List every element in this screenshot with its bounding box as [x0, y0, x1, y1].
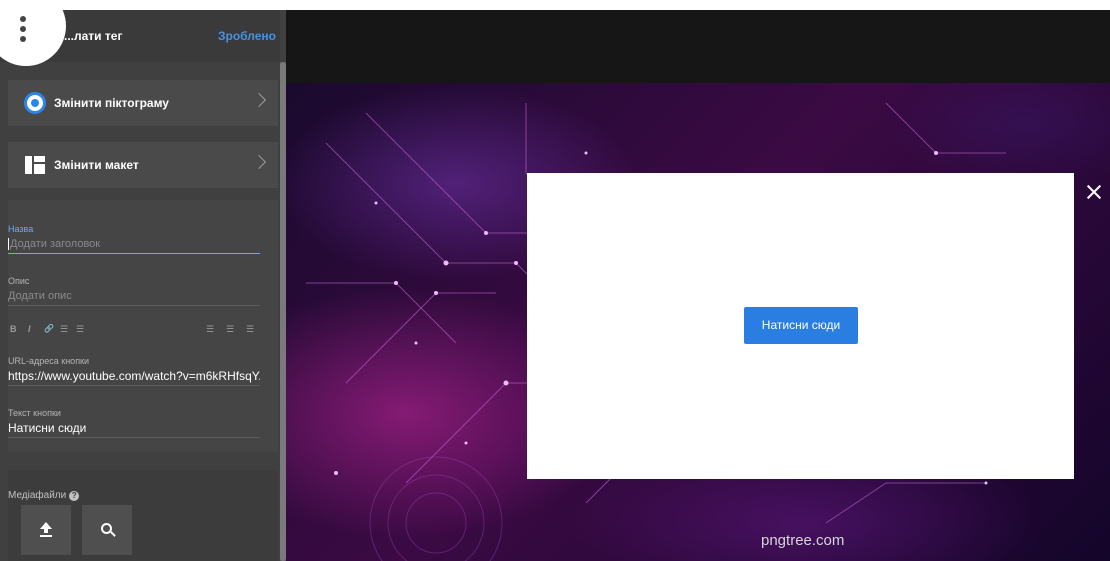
change-icon-row[interactable]: Змінити піктограму	[8, 80, 278, 126]
url-input[interactable]: https://www.youtube.com/watch?v=m6kRHfsq…	[8, 368, 260, 386]
chevron-right-icon	[251, 154, 267, 170]
radio-icon	[24, 92, 46, 114]
sidebar-title: ...лати тег	[64, 29, 123, 43]
button-text-label: Текст кнопки	[8, 408, 61, 418]
preview-area: pngtree.com Натисни сюди	[286, 10, 1110, 561]
description-input[interactable]: Додати опис	[8, 288, 260, 306]
title-placeholder: Додати заголовок	[10, 238, 101, 250]
title-input[interactable]: Додати заголовок	[8, 236, 260, 254]
tag-form: Назва Додати заголовок Опис Додати опис …	[8, 200, 278, 452]
italic-button[interactable]: I	[28, 324, 31, 334]
chevron-right-icon	[251, 92, 267, 108]
change-layout-row[interactable]: Змінити макет	[8, 142, 278, 188]
media-label-text: Медіафайли	[8, 490, 67, 501]
change-icon-label: Змінити піктограму	[54, 96, 169, 110]
watermark: pngtree.com	[761, 532, 845, 549]
change-layout-label: Змінити макет	[54, 158, 139, 172]
format-toolbar: B I 🔗 ☰ ☰ ☰ ☰ ☰	[8, 324, 260, 338]
bold-button[interactable]: B	[10, 324, 17, 334]
url-label: URL-адреса кнопки	[8, 356, 90, 366]
button-text-input[interactable]: Натисни сюди	[8, 420, 260, 438]
layout-icon	[25, 156, 45, 174]
close-icon[interactable]	[1084, 182, 1104, 202]
title-label: Назва	[8, 224, 34, 234]
align-right-icon[interactable]: ☰	[246, 324, 254, 335]
align-center-icon[interactable]: ☰	[226, 324, 234, 335]
done-button[interactable]: Зроблено	[218, 29, 276, 43]
stage: ...лати тег Зроблено Змінити піктограму …	[0, 0, 1110, 561]
bulleted-list-icon[interactable]: ☰	[76, 324, 84, 335]
sidebar: ...лати тег Зроблено Змінити піктограму …	[0, 10, 286, 561]
link-icon[interactable]: 🔗	[44, 324, 54, 333]
media-section: Медіафайли?	[8, 470, 278, 561]
description-placeholder: Додати опис	[8, 290, 72, 302]
description-label: Опис	[8, 276, 30, 286]
preview-top-bar	[286, 10, 1110, 83]
preview-modal: Натисни сюди	[527, 173, 1074, 479]
ordered-list-icon[interactable]: ☰	[60, 324, 68, 335]
help-icon[interactable]: ?	[69, 491, 80, 501]
upload-icon[interactable]	[21, 505, 71, 555]
search-icon[interactable]	[82, 505, 132, 555]
align-left-icon[interactable]: ☰	[206, 324, 214, 335]
cta-button[interactable]: Натисни сюди	[744, 307, 858, 344]
media-label: Медіафайли?	[8, 490, 80, 501]
